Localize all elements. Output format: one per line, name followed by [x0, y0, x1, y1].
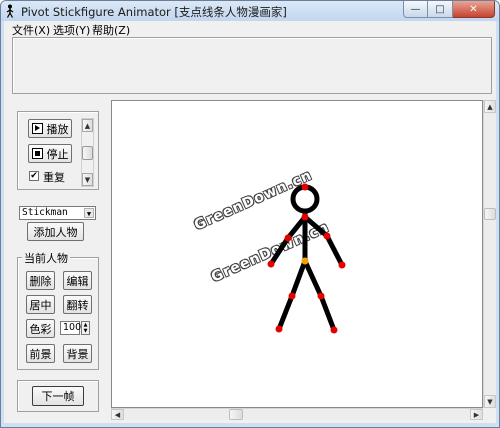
send-to-front-button[interactable]: 前景	[26, 344, 55, 363]
stickfigure-app-icon	[6, 4, 14, 18]
chevron-down-icon: ▼	[84, 208, 94, 218]
canvas-scroll-up-icon[interactable]: ▲	[484, 100, 496, 113]
stop-icon	[31, 148, 43, 159]
joint-left-hand[interactable]	[267, 260, 275, 268]
figure-type-select[interactable]: Stickman ▼	[19, 206, 96, 220]
title-bar[interactable]: Pivot Stickfigure Animator [支点线条人物漫画家] —…	[1, 1, 499, 21]
play-label: 播放	[46, 122, 69, 136]
delete-button[interactable]: 删除	[26, 271, 55, 290]
menu-bar: 文件(X) 选项(Y) 帮助(Z)	[4, 21, 496, 37]
joint-left-foot[interactable]	[275, 325, 283, 333]
menu-options[interactable]: 选项(Y)	[53, 22, 90, 38]
frames-strip[interactable]	[12, 37, 492, 94]
close-button[interactable]: ✕	[453, 1, 495, 18]
menu-help[interactable]: 帮助(Z)	[92, 22, 130, 38]
canvas-hscroll-thumb[interactable]	[229, 409, 243, 420]
playback-group: 播放 停止 ✔ 重复 ▲ ▼	[17, 111, 99, 190]
stop-label: 停止	[46, 147, 69, 161]
joint-pivot-center[interactable]	[301, 257, 309, 265]
close-icon: ✕	[469, 3, 478, 15]
minimize-icon: —	[410, 3, 421, 15]
next-frame-group: 下一帧	[17, 380, 99, 412]
scrollbar-corner	[483, 408, 496, 420]
play-icon	[31, 123, 43, 134]
add-figure-button[interactable]: 添加人物	[27, 222, 84, 241]
joint-right-foot[interactable]	[330, 326, 338, 334]
joint-left-elbow[interactable]	[284, 234, 292, 242]
window-title: Pivot Stickfigure Animator [支点线条人物漫画家]	[21, 5, 287, 19]
canvas-scroll-right-icon[interactable]: ▶	[470, 409, 483, 420]
loop-checkbox[interactable]: ✔	[29, 171, 39, 181]
front-label: 前景	[29, 347, 52, 361]
checkmark-icon: ✔	[30, 171, 38, 181]
joint-right-hand[interactable]	[338, 261, 346, 269]
caption-buttons: — □ ✕	[403, 1, 495, 20]
canvas-vertical-scrollbar[interactable]: ▲ ▼	[483, 100, 496, 408]
figure-type-value: Stickman	[22, 207, 68, 218]
scroll-down-icon[interactable]: ▼	[82, 173, 93, 186]
color-button[interactable]: 色彩	[26, 319, 55, 338]
edit-label: 编辑	[66, 274, 89, 288]
app-window: Pivot Stickfigure Animator [支点线条人物漫画家] —…	[0, 0, 500, 428]
size-stepper[interactable]: ▲ ▼	[81, 321, 90, 335]
speed-slider-thumb[interactable]	[82, 146, 93, 160]
next-frame-label: 下一帧	[41, 390, 75, 403]
joint-left-knee[interactable]	[288, 292, 296, 300]
loop-label: 重复	[43, 171, 65, 184]
canvas-horizontal-scrollbar[interactable]: ◀ ▶	[111, 408, 483, 420]
delete-label: 删除	[29, 274, 52, 288]
edit-button[interactable]: 编辑	[63, 271, 92, 290]
flip-button[interactable]: 翻转	[63, 295, 92, 314]
canvas-vscroll-thumb[interactable]	[484, 208, 496, 220]
maximize-icon: □	[435, 3, 445, 15]
size-value: 100	[63, 322, 82, 333]
joint-neck[interactable]	[301, 213, 309, 221]
menu-file[interactable]: 文件(X)	[12, 22, 50, 38]
maximize-button[interactable]: □	[428, 1, 453, 18]
current-figure-title: 当前人物	[22, 250, 70, 266]
size-input[interactable]: 100	[60, 321, 82, 335]
add-figure-label: 添加人物	[33, 225, 78, 239]
stepper-down-icon[interactable]: ▼	[82, 328, 89, 334]
stop-button[interactable]: 停止	[28, 144, 72, 163]
canvas-scroll-left-icon[interactable]: ◀	[111, 409, 124, 420]
current-figure-group: 删除 编辑 居中 翻转 色彩 100 ▲ ▼ 前景 背景	[17, 257, 99, 370]
center-label: 居中	[29, 298, 52, 312]
center-button[interactable]: 居中	[26, 295, 55, 314]
joint-right-knee[interactable]	[317, 292, 325, 300]
next-frame-button[interactable]: 下一帧	[32, 386, 84, 406]
color-label: 色彩	[29, 322, 52, 336]
play-button[interactable]: 播放	[28, 119, 72, 138]
frames-panel	[4, 37, 496, 100]
stickfigure[interactable]	[112, 101, 483, 408]
joint-right-elbow[interactable]	[323, 232, 331, 240]
speed-slider[interactable]: ▲ ▼	[81, 118, 94, 187]
scroll-up-icon[interactable]: ▲	[82, 119, 93, 132]
minimize-button[interactable]: —	[403, 1, 428, 18]
joint-head-top[interactable]	[301, 183, 309, 191]
back-label: 背景	[66, 347, 89, 361]
send-to-back-button[interactable]: 背景	[63, 344, 92, 363]
main-area: 播放 停止 ✔ 重复 ▲ ▼ Stickman ▼ 添加人物 删除 编辑 居中 …	[4, 100, 496, 423]
animation-canvas[interactable]: GreenDown.cn GreenDown.cn	[111, 100, 483, 408]
canvas-scroll-down-icon[interactable]: ▼	[484, 395, 496, 408]
flip-label: 翻转	[66, 298, 89, 312]
